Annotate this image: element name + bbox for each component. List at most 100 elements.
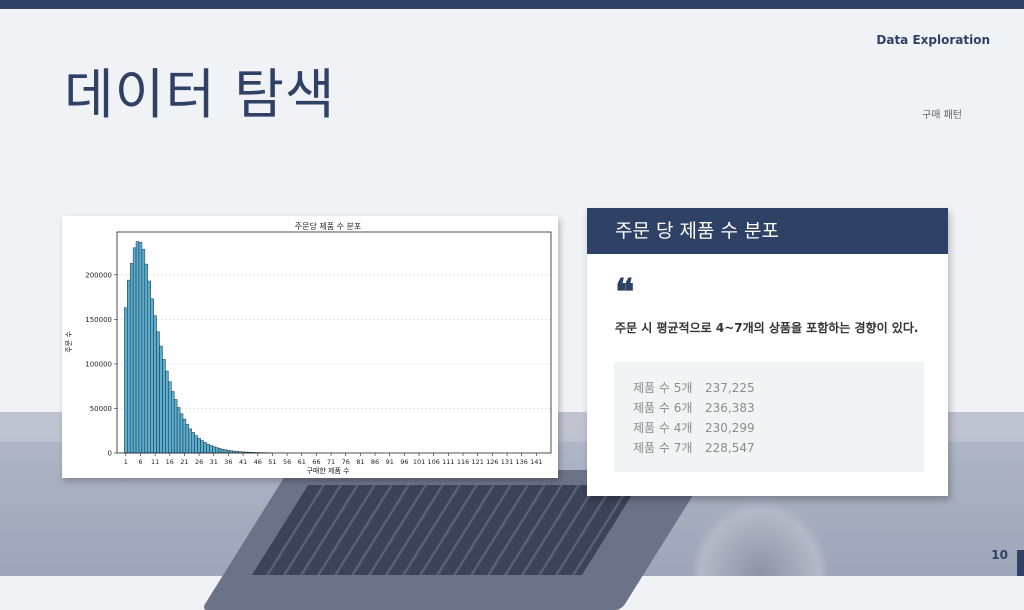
y-tick-label: 50000	[90, 405, 112, 413]
stat-row: 제품 수 5개237,225	[633, 379, 755, 396]
x-tick-label: 126	[486, 458, 498, 466]
x-tick-label: 31	[210, 458, 218, 466]
info-card: 주문 당 제품 수 분포 ❝ 주문 시 평균적으로 4~7개의 상품을 포함하는…	[587, 208, 948, 496]
histogram-bar	[204, 442, 207, 453]
top-accent-bar	[0, 0, 1024, 9]
y-tick-label: 0	[108, 450, 112, 458]
histogram-bar	[136, 242, 139, 453]
x-tick-label: 26	[195, 458, 203, 466]
x-tick-label: 116	[457, 458, 469, 466]
stat-value: 230,299	[705, 421, 755, 435]
x-tick-label: 66	[312, 458, 320, 466]
x-tick-label: 21	[180, 458, 188, 466]
histogram-bar	[201, 441, 204, 453]
stat-label: 제품 수 6개	[633, 399, 705, 416]
histogram-bar	[142, 249, 145, 453]
x-tick-label: 106	[427, 458, 439, 466]
x-tick-label: 16	[166, 458, 174, 466]
x-tick-label: 71	[327, 458, 335, 466]
histogram-bar	[162, 359, 165, 453]
chart-xlabel: 구매한 제품 수	[306, 467, 350, 475]
stat-row: 제품 수 7개228,547	[633, 439, 755, 456]
info-card-text: 주문 시 평균적으로 4~7개의 상품을 포함하는 경향이 있다.	[615, 319, 918, 336]
stat-label: 제품 수 7개	[633, 439, 705, 456]
x-tick-label: 51	[268, 458, 276, 466]
histogram-bar	[177, 408, 180, 453]
x-tick-label: 111	[442, 458, 454, 466]
histogram-bar	[165, 371, 168, 453]
histogram-bar	[133, 248, 136, 453]
x-tick-label: 96	[400, 458, 408, 466]
histogram-bar	[124, 308, 127, 453]
histogram-bar	[171, 392, 174, 453]
histogram-bar	[183, 419, 186, 453]
histogram-bar	[160, 346, 163, 453]
histogram-bar	[168, 382, 171, 453]
histogram-bar	[157, 332, 160, 453]
stat-label: 제품 수 4개	[633, 419, 705, 436]
histogram-bar	[215, 448, 218, 453]
section-label: Data Exploration	[876, 33, 990, 47]
histogram-bar	[130, 263, 133, 453]
histogram-bar	[192, 433, 195, 453]
x-tick-label: 101	[413, 458, 425, 466]
plant-image	[690, 500, 830, 576]
histogram-bar	[148, 281, 151, 453]
slide-title: 데이터 탐색	[64, 50, 336, 129]
histogram-bar	[127, 280, 130, 453]
x-tick-label: 61	[298, 458, 306, 466]
histogram-bar	[174, 400, 177, 453]
x-tick-label: 91	[386, 458, 394, 466]
corner-accent	[1017, 550, 1024, 576]
x-tick-label: 136	[515, 458, 527, 466]
histogram-chart-card: 주문당 제품 수 분포 050000100000150000200000 161…	[62, 216, 558, 478]
x-tick-label: 56	[283, 458, 291, 466]
page-number: 10	[991, 548, 1008, 562]
y-tick-label: 200000	[85, 271, 112, 279]
stat-row: 제품 수 4개230,299	[633, 419, 755, 436]
histogram-bar	[186, 424, 189, 453]
stat-value: 236,383	[705, 401, 755, 415]
histogram-bar	[198, 438, 201, 453]
histogram-bar	[180, 414, 183, 453]
histogram-bar	[195, 436, 198, 453]
x-tick-label: 121	[471, 458, 483, 466]
histogram-bar	[221, 449, 224, 453]
histogram-bar	[209, 445, 212, 453]
histogram-bar	[212, 447, 215, 453]
histogram-bar	[154, 316, 157, 453]
stat-value: 237,225	[705, 381, 755, 395]
x-tick-label: 131	[501, 458, 513, 466]
y-tick-label: 100000	[85, 360, 112, 368]
histogram-bar	[145, 264, 148, 453]
x-tick-label: 1	[124, 458, 128, 466]
histogram-bar	[139, 242, 142, 453]
stats-box: 제품 수 5개237,225 제품 수 6개236,383 제품 수 4개230…	[614, 362, 924, 472]
stat-value: 228,547	[705, 441, 755, 455]
histogram-bar	[227, 450, 230, 453]
x-tick-label: 41	[239, 458, 247, 466]
chart-title: 주문당 제품 수 분포	[295, 221, 362, 231]
histogram-chart: 주문당 제품 수 분포 050000100000150000200000 161…	[62, 216, 558, 478]
x-tick-label: 81	[356, 458, 364, 466]
stat-row: 제품 수 6개236,383	[633, 399, 755, 416]
x-tick-label: 76	[342, 458, 350, 466]
histogram-bar	[218, 448, 221, 453]
histogram-bar	[189, 429, 192, 453]
x-tick-label: 141	[530, 458, 542, 466]
x-tick-label: 36	[224, 458, 232, 466]
stat-label: 제품 수 5개	[633, 379, 705, 396]
x-tick-label: 11	[151, 458, 159, 466]
x-tick-label: 46	[254, 458, 262, 466]
x-tick-label: 86	[371, 458, 379, 466]
histogram-bar	[151, 299, 154, 453]
chart-ylabel: 주문 수	[65, 331, 73, 353]
x-tick-label: 6	[138, 458, 142, 466]
histogram-bar	[206, 444, 209, 453]
sub-label: 구매 패턴	[922, 106, 962, 121]
keyboard-image	[252, 485, 638, 575]
info-card-header: 주문 당 제품 수 분포	[587, 208, 948, 254]
quote-icon: ❝	[615, 274, 634, 310]
y-tick-label: 150000	[85, 316, 112, 324]
histogram-bar	[224, 450, 227, 453]
